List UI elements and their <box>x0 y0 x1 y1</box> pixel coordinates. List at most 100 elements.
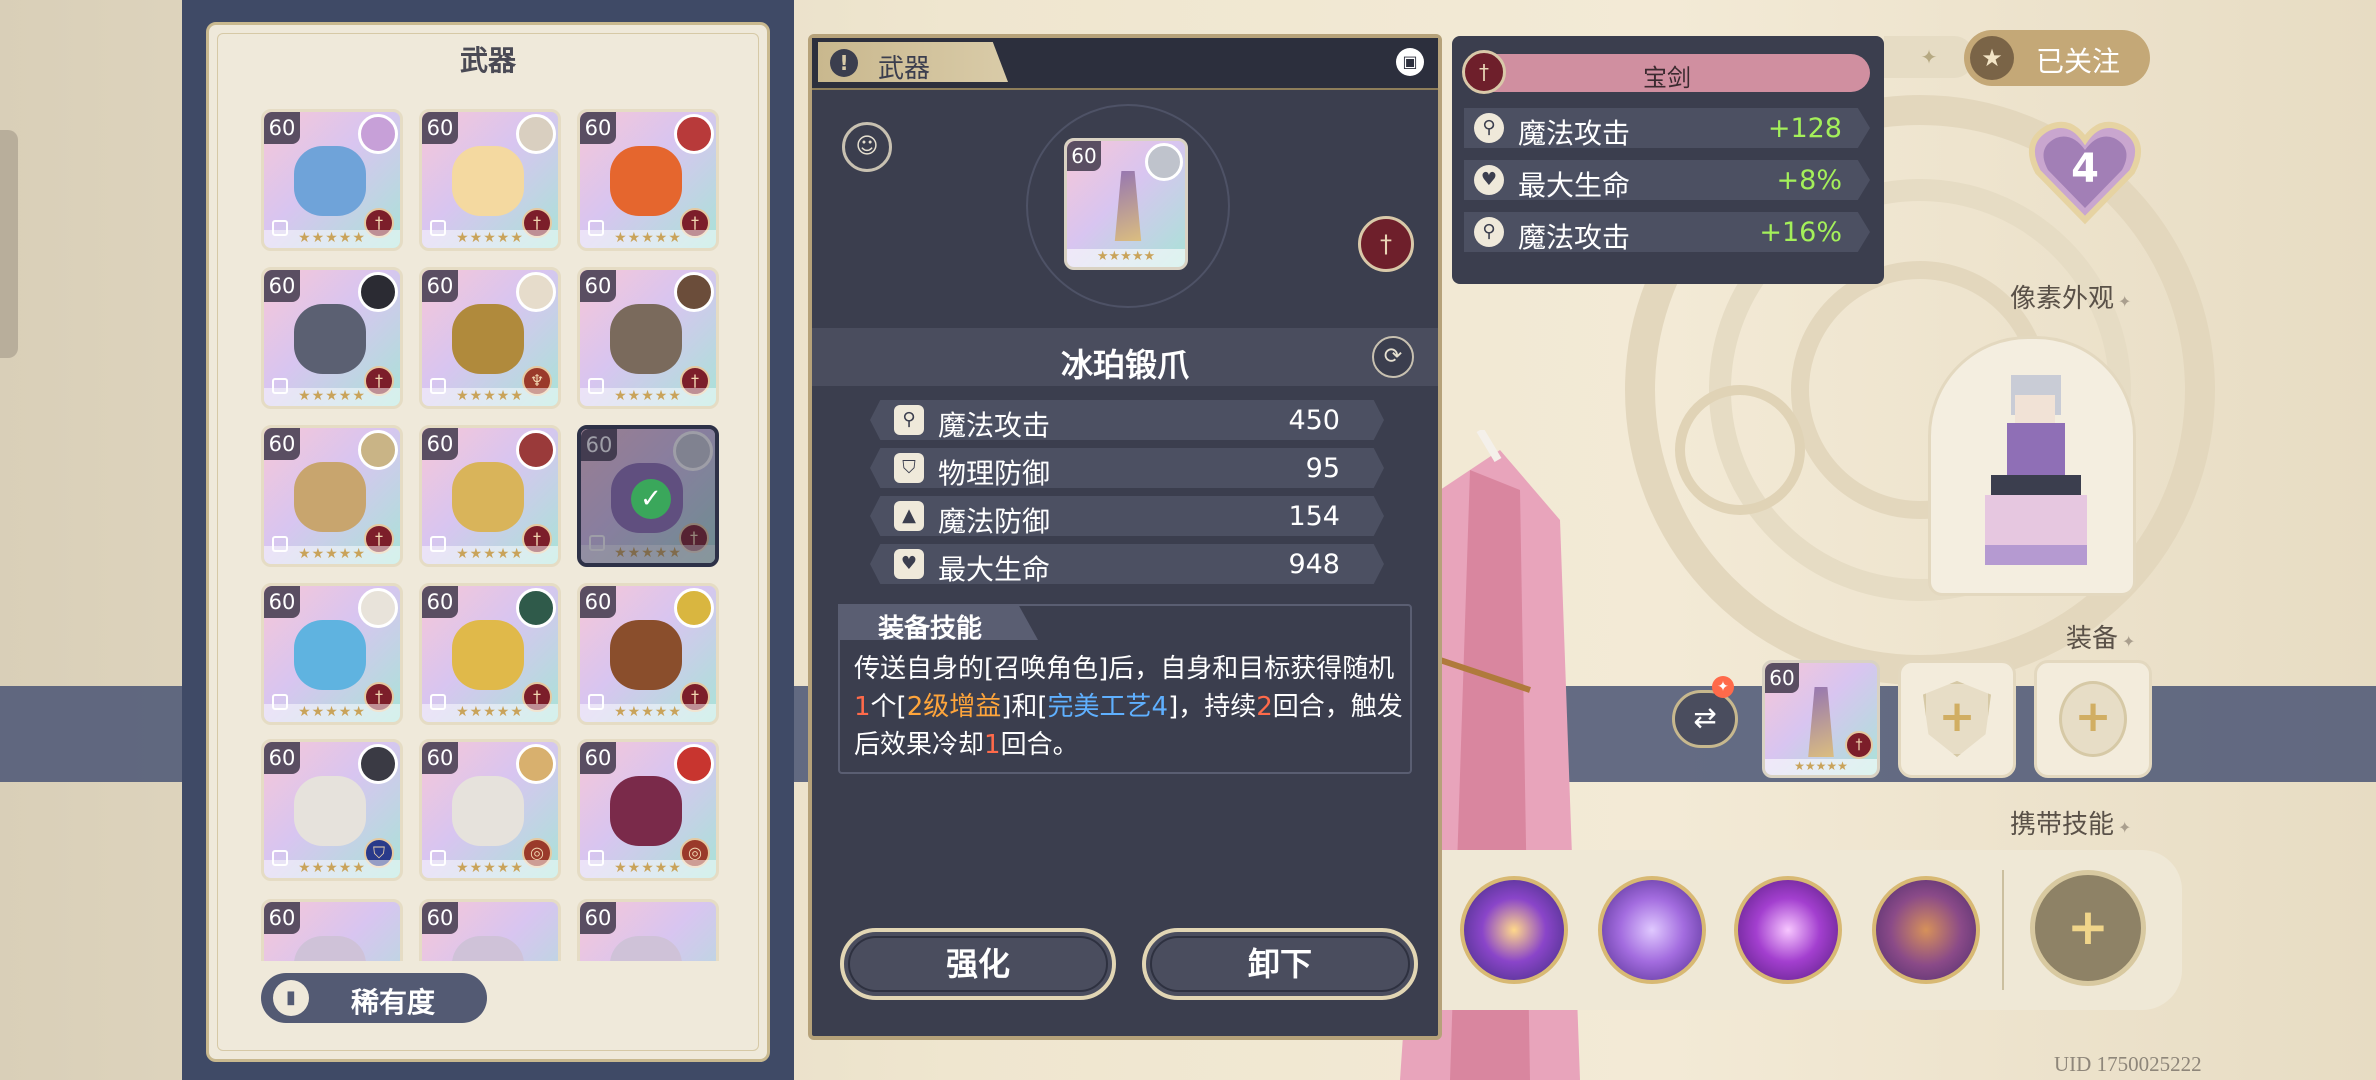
bonus-value: +16% <box>1759 217 1842 248</box>
weapon-card[interactable]: 60 † ★★★★★ <box>261 109 403 251</box>
bonus-header: † 宝剑 <box>1462 50 1870 94</box>
weapon-card[interactable]: 60 † ★★★★★ <box>577 267 719 409</box>
weapon-art <box>610 936 682 961</box>
comet-skill-icon[interactable] <box>1598 876 1706 984</box>
equipped-weapon-slot[interactable]: 60 † ★★★★★ <box>1762 660 1880 778</box>
weapon-card[interactable]: 60 † ★★★★★ <box>577 109 719 251</box>
sparkle-icon: ✦ <box>1884 36 1974 78</box>
weapon-grid: 60 † ★★★★★ 60 † ★★★★★ 60 † ★★★★★ 60 † ★★★★★ 60 ♆ ★★★★★… <box>261 109 731 961</box>
weapon-art <box>452 146 524 216</box>
weapon-card[interactable]: 60 † ★★★★★ <box>261 425 403 567</box>
star-icon: ★ <box>1970 36 2014 80</box>
exclamation-icon: ! <box>830 49 858 77</box>
stat-value: 95 <box>1305 453 1340 484</box>
refresh-swap-icon[interactable]: ⟳ <box>1372 336 1414 378</box>
weapon-level-badge: 60 <box>422 428 458 460</box>
weapon-card[interactable]: 60 † ★★★★★ <box>419 425 561 567</box>
accessory-slot[interactable]: + <box>2034 660 2152 778</box>
weapon-art <box>610 304 682 374</box>
galaxy-skill-icon[interactable] <box>1460 876 1568 984</box>
weapon-card[interactable]: 60 † ★★★★★ <box>261 267 403 409</box>
weapon-card[interactable]: 60 ◎ ★★★★★ <box>577 739 719 881</box>
weapon-card[interactable]: 60 <box>577 899 719 961</box>
weapon-stars: ★★★★★ <box>422 388 558 406</box>
weapon-list-panel: 武器 60 † ★★★★★ 60 † ★★★★★ 60 † ★★★★★ 60 † ★★★★★ 60 ♆ ★★… <box>206 22 770 1062</box>
pixel-appearance-title: 像素外观 <box>2010 278 2131 315</box>
bonus-row: ⚲ 魔法攻击 +16% <box>1464 212 1870 252</box>
stat-name: 物理防御 <box>938 457 1051 490</box>
sort-bars-icon: ▮ <box>273 980 309 1016</box>
bonus-value: +128 <box>1767 113 1842 144</box>
lock-icon[interactable]: ▣ <box>1396 48 1424 76</box>
weapon-card[interactable]: 60 <box>419 899 561 961</box>
weapon-card[interactable]: 60 ◎ ★★★★★ <box>419 739 561 881</box>
weapon-card[interactable]: 60 ♆ ★★★★★ <box>419 267 561 409</box>
pixel-appearance-frame[interactable] <box>1928 336 2136 596</box>
weapon-stars: ★★★★★ <box>422 860 558 878</box>
owner-avatar <box>516 430 556 470</box>
weapon-stars: ★★★★★ <box>264 860 400 878</box>
weapon-stars: ★★★★★ <box>580 230 716 248</box>
weapon-stars: ★★★★★ <box>422 704 558 722</box>
weapon-stars: ★★★★★ <box>581 545 715 563</box>
bonus-name: 魔法攻击 <box>1518 221 1631 254</box>
weapon-art <box>610 146 682 216</box>
weapon-art <box>294 304 366 374</box>
sword-type-icon: † <box>1845 731 1873 759</box>
weapon-stars: ★★★★★ <box>1765 759 1877 775</box>
armor-slot[interactable]: + <box>1898 660 2016 778</box>
skill-text-segment: 回合。 <box>1000 730 1079 760</box>
equipment-title: 装备 <box>2066 618 2135 655</box>
left-edge-handle[interactable] <box>0 130 18 358</box>
owner-avatar <box>358 272 398 312</box>
weapon-art <box>294 146 366 216</box>
heart-icon: ♥ <box>894 549 924 579</box>
boat-skill-icon[interactable] <box>1872 876 1980 984</box>
weapon-card[interactable]: 60 ⛉ ★★★★★ <box>261 739 403 881</box>
pixel-character-icon <box>1985 375 2087 565</box>
weapon-stars: ★★★★★ <box>580 860 716 878</box>
affection-heart-badge[interactable]: 4 <box>2026 112 2144 230</box>
stat-name: 魔法攻击 <box>938 409 1051 442</box>
rarity-sort-button[interactable]: ▮ 稀有度 <box>261 973 487 1023</box>
owner-avatar <box>674 114 714 154</box>
add-skill-button[interactable]: + <box>2030 870 2146 986</box>
weapon-list-title: 武器 <box>459 44 516 77</box>
swap-equipment-button[interactable]: ⇄ <box>1672 690 1738 748</box>
stat-value: 450 <box>1288 405 1340 436</box>
detail-header: ! 武器 ▣ <box>812 38 1438 90</box>
owner-avatar <box>674 744 714 784</box>
enhance-button[interactable]: 强化 <box>840 928 1116 1000</box>
arcane-orb-skill-icon[interactable] <box>1734 876 1842 984</box>
shield-icon: ⛉ <box>894 453 924 483</box>
equip-skill-description: 传送自身的[召唤角色]后，自身和目标获得随机1个[2级增益]和[完美工艺4]，持… <box>854 650 1406 764</box>
stat-row-magic-attack: ⚲ 魔法攻击 450 <box>870 400 1384 440</box>
follow-button[interactable]: ★ 已关注 <box>1964 30 2150 86</box>
weapon-card[interactable]: 60 † ★★★★★ <box>419 583 561 725</box>
skill-text-segment: ]和[ <box>1001 692 1048 722</box>
heart-icon: ♥ <box>1474 165 1504 195</box>
weapon-level-badge: 60 <box>264 270 300 302</box>
weapon-card[interactable]: 60 † ★★★★★ <box>419 109 561 251</box>
weapon-card[interactable]: 60 <box>261 899 403 961</box>
weapon-level-badge: 60 <box>264 112 300 144</box>
weapon-art <box>452 936 524 961</box>
skill-text-segment: 个[ <box>870 692 907 722</box>
owner-avatar <box>358 114 398 154</box>
owner-avatar <box>674 588 714 628</box>
bonus-row: ♥ 最大生命 +8% <box>1464 160 1870 200</box>
weapon-art <box>452 620 524 690</box>
unequip-button[interactable]: 卸下 <box>1142 928 1418 1000</box>
weapon-stars: ★★★★★ <box>422 546 558 564</box>
skill-text-segment: 2 <box>1256 692 1273 722</box>
skill-text-segment: 1 <box>984 730 1001 760</box>
find-character-icon[interactable]: ☺ <box>842 122 892 172</box>
weapon-card[interactable]: 60 † ★★★★★ ✓ <box>577 425 719 567</box>
weapon-art <box>294 462 366 532</box>
wizard-hat-icon: ▲ <box>894 501 924 531</box>
weapon-card[interactable]: 60 † ★★★★★ <box>577 583 719 725</box>
owner-avatar <box>358 744 398 784</box>
weapon-art <box>610 776 682 846</box>
owner-avatar <box>1145 143 1183 181</box>
weapon-card[interactable]: 60 † ★★★★★ <box>261 583 403 725</box>
